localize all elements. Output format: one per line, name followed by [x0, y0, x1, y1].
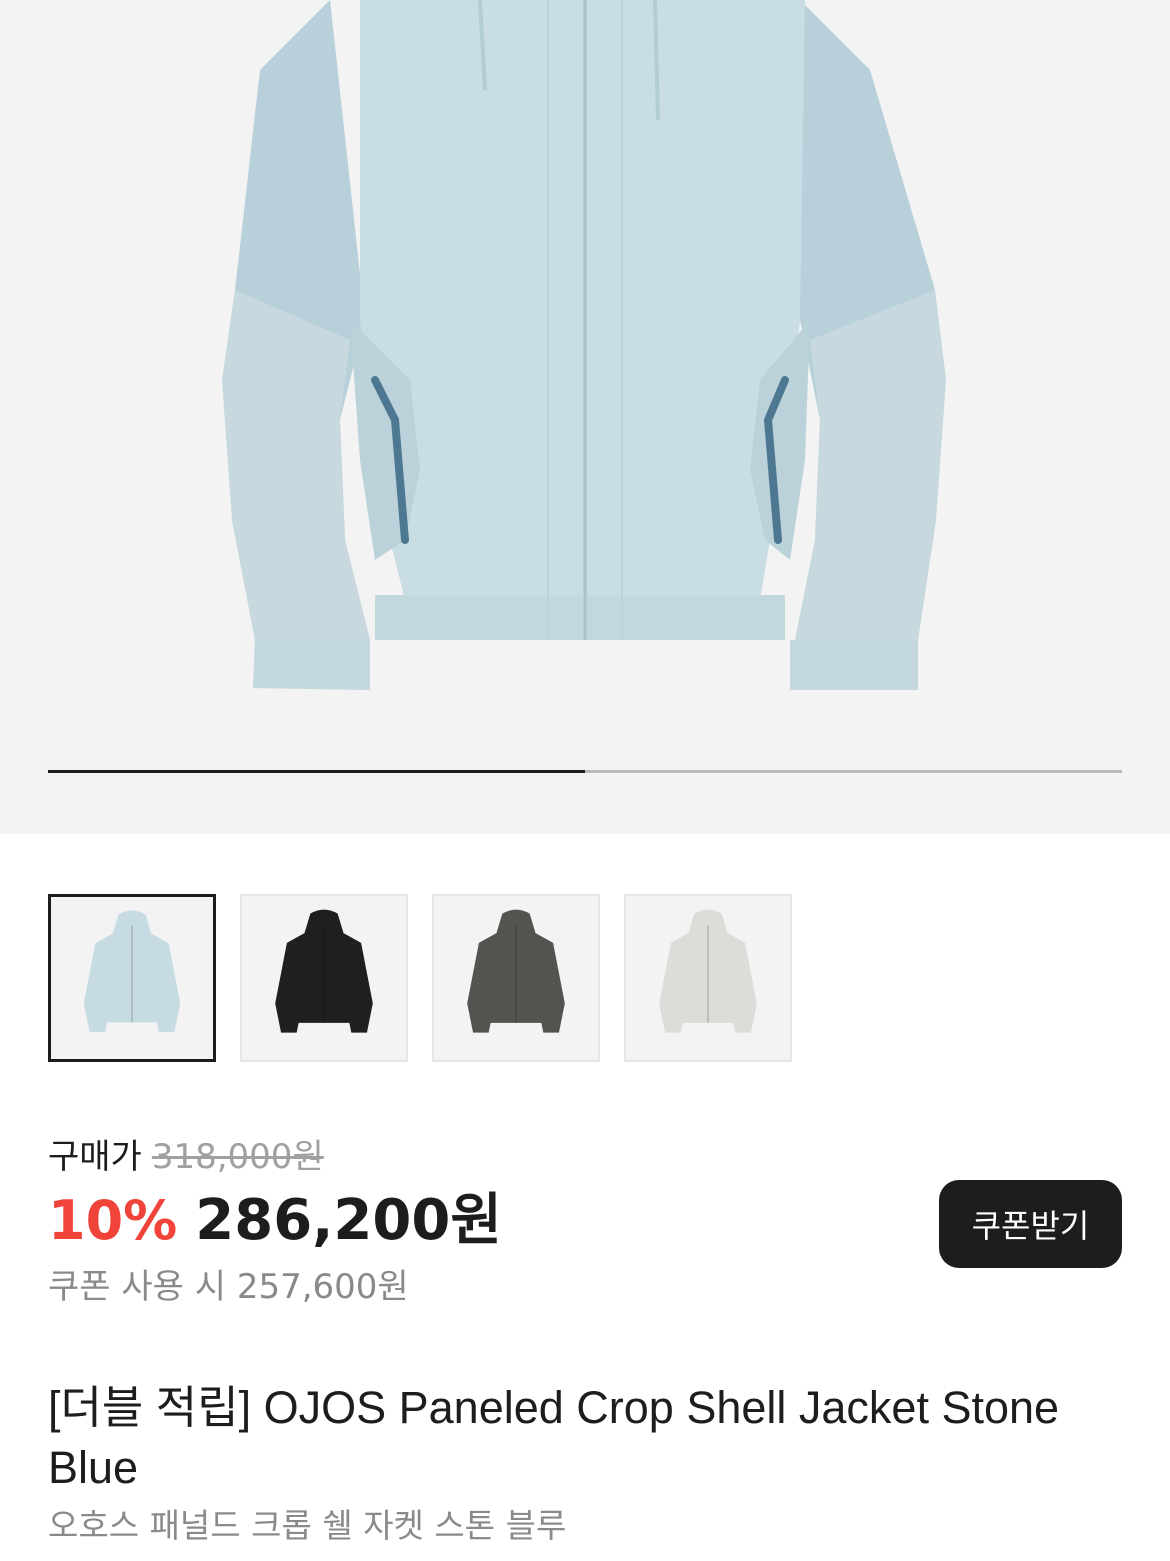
sale-price: 286,200원	[195, 1188, 502, 1253]
original-price-row: 구매가 318,000원	[48, 1132, 1122, 1182]
discount-rate: 10%	[48, 1189, 178, 1252]
thumbnail-stone-blue[interactable]	[48, 894, 216, 1062]
product-subtitle: 오호스 패널드 크롭 쉘 자켓 스톤 블루	[48, 1506, 567, 1545]
jacket-thumbnail-image	[275, 909, 373, 1033]
product-image-gallery[interactable]	[0, 0, 1170, 834]
main-product-image[interactable]	[0, 0, 1170, 834]
thumbnail-black[interactable]	[240, 894, 408, 1062]
jacket-thumbnail-image	[83, 910, 181, 1032]
jacket-thumbnail-image	[659, 909, 757, 1033]
thumbnail-light-grey[interactable]	[624, 894, 792, 1062]
coupon-price-text: 쿠폰 사용 시 257,600원	[48, 1267, 409, 1307]
original-price-label: 구매가	[48, 1137, 142, 1177]
product-title: [더블 적립] OJOS Paneled Crop Shell Jacket S…	[48, 1382, 1060, 1493]
get-coupon-button[interactable]: 쿠폰받기	[939, 1180, 1122, 1268]
original-price: 318,000원	[151, 1137, 324, 1177]
gallery-progress-fill	[48, 770, 585, 773]
color-thumbnails	[48, 894, 792, 1062]
thumbnail-charcoal[interactable]	[432, 894, 600, 1062]
jacket-thumbnail-image	[467, 909, 565, 1033]
gallery-progress-bar	[48, 770, 1122, 773]
